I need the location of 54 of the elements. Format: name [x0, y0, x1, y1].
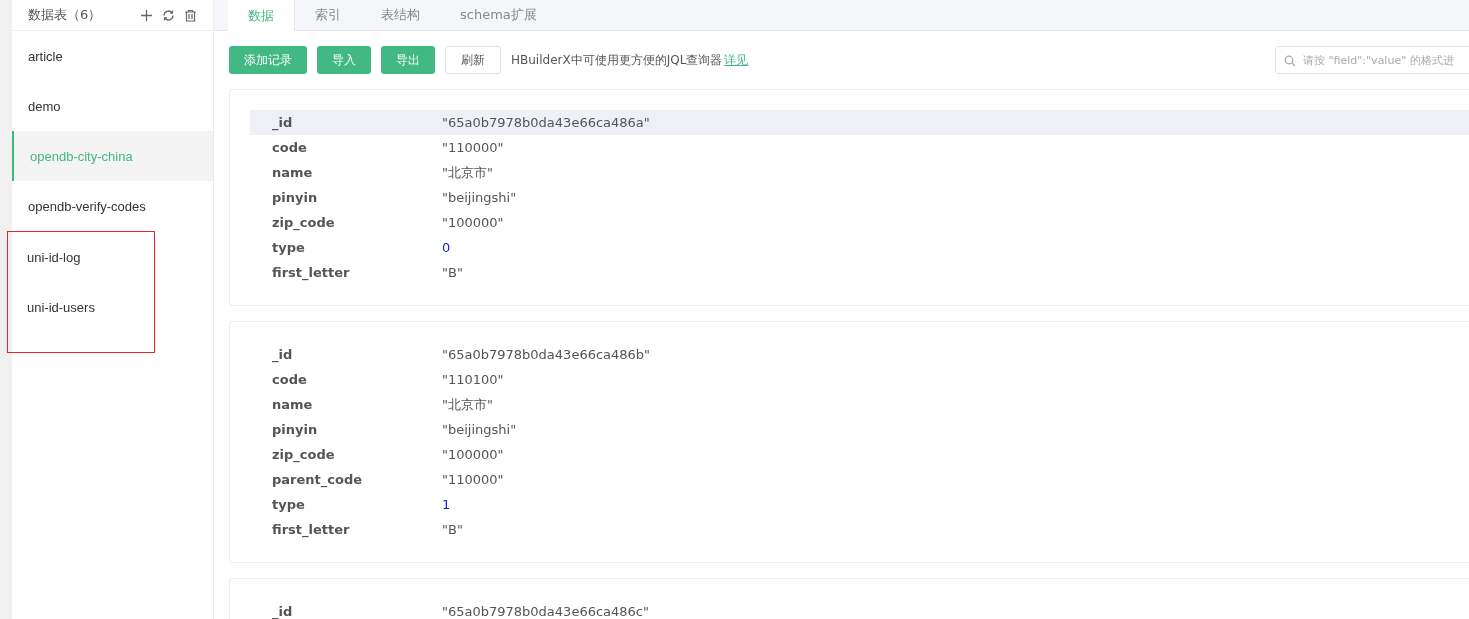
field-value: "110100" — [442, 372, 504, 387]
table-list-item[interactable]: uni-id-users — [8, 282, 154, 332]
field-value: 1 — [442, 497, 451, 512]
details-link[interactable]: 详见 — [724, 51, 749, 69]
field-key: _id — [272, 115, 442, 130]
field-key: type — [272, 497, 442, 512]
table-list-item[interactable]: opendb-city-china — [12, 131, 213, 181]
field-value: "beijingshi" — [442, 190, 517, 205]
field-value: 0 — [442, 240, 451, 255]
table-list-item[interactable]: uni-id-log — [8, 232, 154, 282]
field-value: "beijingshi" — [442, 422, 517, 437]
search-field[interactable]: 请按 "field":"value" 的格式进 — [1275, 46, 1469, 74]
field-key: _id — [272, 347, 442, 362]
tab[interactable]: 表结构 — [361, 0, 440, 30]
field-key: code — [272, 140, 442, 155]
field-key: zip_code — [272, 215, 442, 230]
refresh-icon[interactable] — [162, 8, 175, 22]
field-value: "65a0b7978b0da43e66ca486a" — [442, 115, 650, 130]
field-value: "B" — [442, 522, 463, 537]
sidebar-title: 数据表（6） — [28, 6, 103, 24]
field-key: _id — [272, 604, 442, 619]
field-value: "北京市" — [442, 163, 493, 182]
field-key: zip_code — [272, 447, 442, 462]
field-key: name — [272, 165, 442, 180]
hint-text: HBuilderX中可使用更方便的JQL查询器 — [511, 51, 723, 69]
field-key: name — [272, 397, 442, 412]
search-icon — [1284, 55, 1296, 67]
add-icon[interactable] — [140, 8, 153, 22]
field-key: first_letter — [272, 522, 442, 537]
tab[interactable]: 数据 — [228, 0, 295, 31]
toolbar-button[interactable]: 添加记录 — [229, 46, 307, 74]
field-key: code — [272, 372, 442, 387]
tab[interactable]: 索引 — [295, 0, 361, 30]
toolbar-button[interactable]: 导入 — [317, 46, 371, 74]
field-value: "110000" — [442, 472, 504, 487]
delete-icon[interactable] — [184, 8, 197, 22]
field-value: "北京市" — [442, 395, 493, 414]
table-list-item[interactable]: article — [12, 31, 213, 81]
field-key: first_letter — [272, 265, 442, 280]
toolbar-button[interactable]: 导出 — [381, 46, 435, 74]
table-list-item[interactable]: demo — [12, 81, 213, 131]
field-value: "65a0b7978b0da43e66ca486c" — [442, 604, 649, 619]
field-value: "100000" — [442, 447, 504, 462]
field-value: "65a0b7978b0da43e66ca486b" — [442, 347, 651, 362]
tab[interactable]: schema扩展 — [440, 0, 557, 30]
field-key: pinyin — [272, 190, 442, 205]
field-key: parent_code — [272, 472, 442, 487]
field-key: type — [272, 240, 442, 255]
field-value: "110000" — [442, 140, 504, 155]
field-value: "100000" — [442, 215, 504, 230]
table-list-item[interactable]: opendb-verify-codes — [12, 181, 213, 231]
toolbar-button[interactable]: 刷新 — [445, 46, 501, 74]
field-key: pinyin — [272, 422, 442, 437]
field-value: "B" — [442, 265, 463, 280]
